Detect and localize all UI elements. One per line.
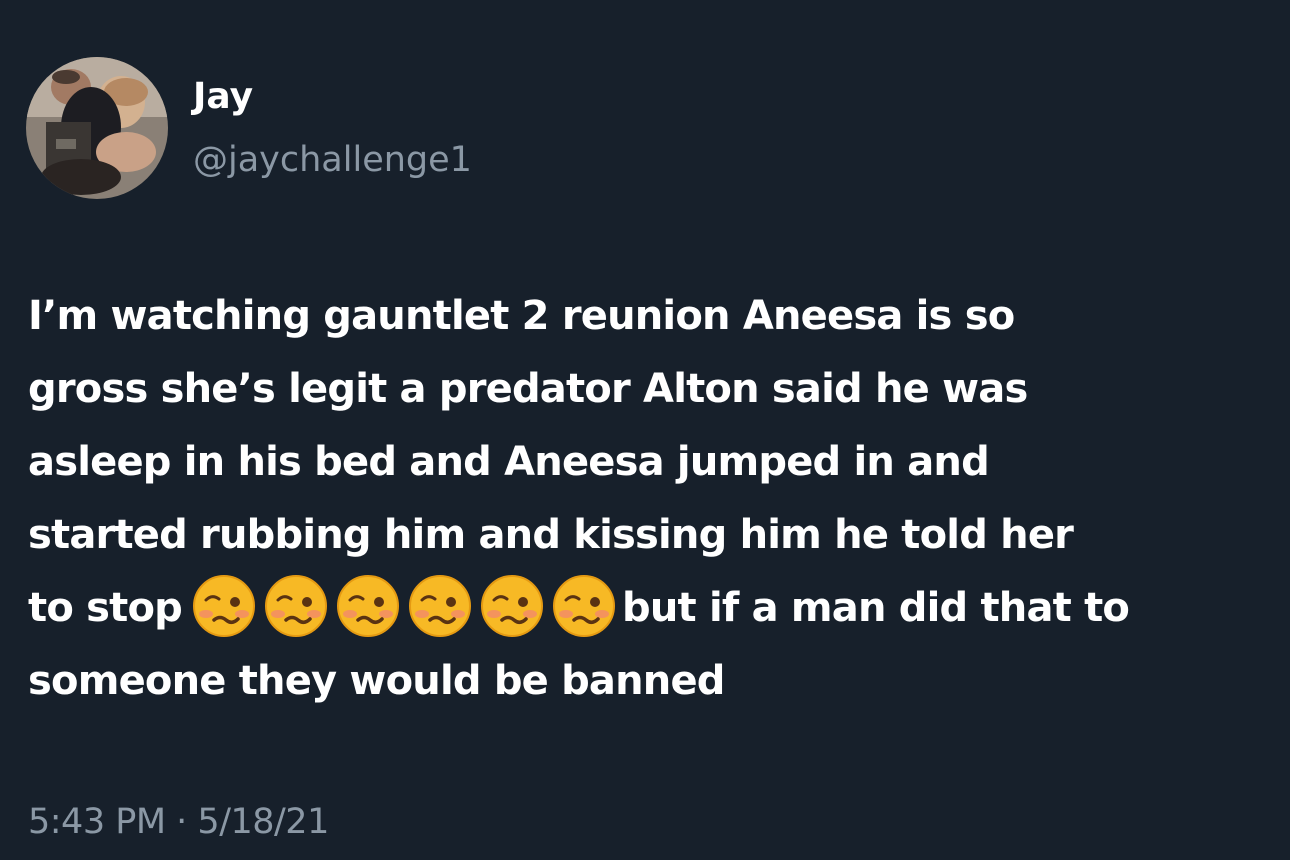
- tweet-time: 5:43 PM: [28, 802, 166, 842]
- tweet-line: someone they would be banned: [28, 658, 725, 704]
- emoji-row: [192, 574, 616, 638]
- tweet-text-segment: to stop: [28, 585, 183, 631]
- tweet-line: I’m watching gauntlet 2 reunion Aneesa i…: [28, 293, 1015, 339]
- display-name[interactable]: Jay: [193, 74, 253, 120]
- user-handle[interactable]: @jaychallenge1: [193, 137, 472, 183]
- tweet-line: gross she’s legit a predator Alton said …: [28, 366, 1028, 412]
- tweet-text-segment: but if a man did that to: [621, 585, 1130, 631]
- woozy-face-emoji-icon: [336, 575, 399, 637]
- woozy-face-emoji-icon: [264, 575, 327, 637]
- woozy-face-emoji-icon: [552, 575, 615, 637]
- tweet-line: started rubbing him and kissing him he t…: [28, 512, 1074, 558]
- woozy-face-emoji-icon: [480, 575, 543, 637]
- profile-photo-icon: [26, 57, 168, 199]
- avatar[interactable]: [26, 57, 168, 199]
- woozy-face-emoji-icon: [408, 575, 471, 637]
- tweet-line: to stop but if a man did that to: [28, 572, 1278, 645]
- tweet-date: 5/18/21: [197, 802, 329, 842]
- tweet-line: asleep in his bed and Aneesa jumped in a…: [28, 439, 990, 485]
- meta-separator: ·: [165, 802, 198, 842]
- woozy-face-emoji-icon: [192, 575, 255, 637]
- tweet-text: I’m watching gauntlet 2 reunion Aneesa i…: [28, 280, 1278, 718]
- tweet-timestamp[interactable]: 5:43 PM · 5/18/21: [28, 797, 329, 847]
